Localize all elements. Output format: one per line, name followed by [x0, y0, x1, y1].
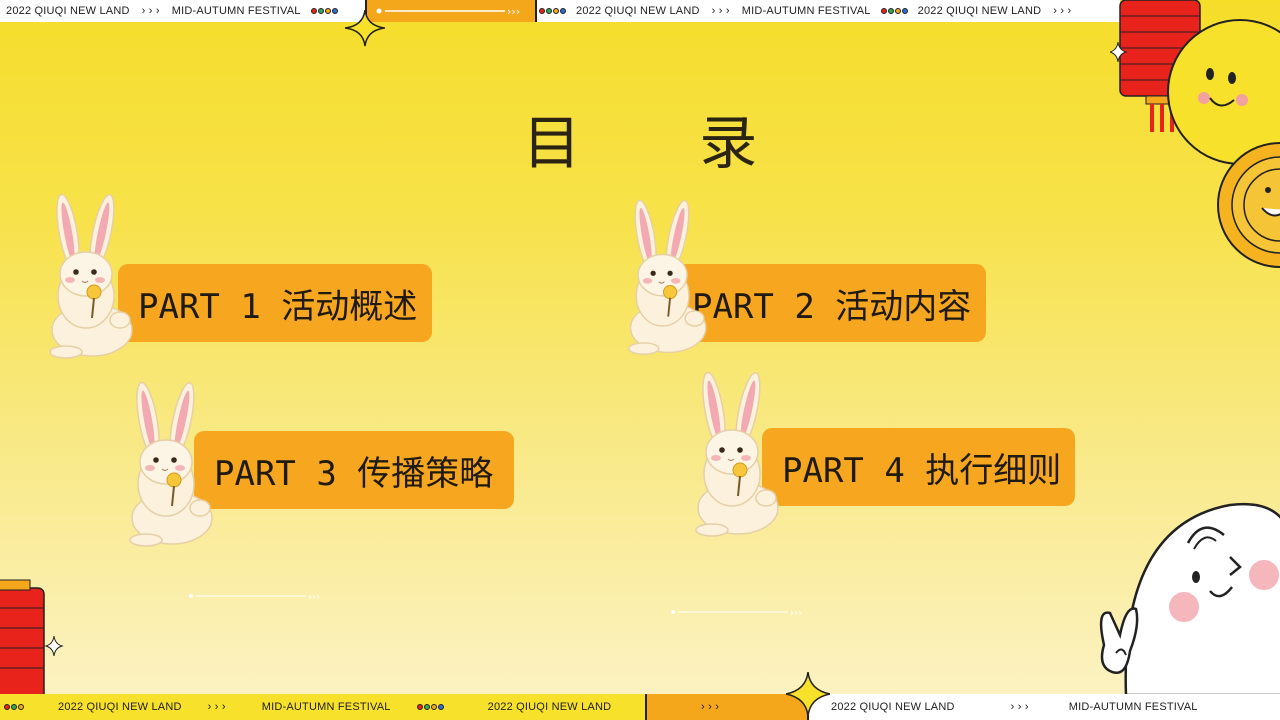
color-dots-icon — [4, 704, 24, 710]
bottom-strip-text-a: 2022 QIUQI NEW LAND — [58, 701, 182, 713]
top-strip-arrows: › › › — [141, 5, 160, 17]
part-4-label: PART 4 执行细则 — [782, 450, 1062, 491]
top-strip-segment-1: 2022 QIUQI NEW LAND › › › MID-AUTUMN FES… — [0, 0, 365, 22]
color-dots-icon — [416, 704, 444, 710]
bottom-strip-arrows-3: › › › — [1010, 701, 1029, 713]
sparkle-icon — [786, 672, 830, 716]
bottom-strip-text-c: 2022 QIUQI NEW LAND — [487, 701, 612, 713]
top-strip-arrows-3: › › › — [1053, 5, 1072, 17]
bottom-strip-text-d: 2022 QIUQI NEW LAND — [831, 701, 955, 713]
arrow-line-icon: ››› — [671, 608, 802, 618]
bottom-strip-segment-2: › › › — [645, 694, 807, 720]
arrow-line-icon: ››› — [376, 5, 520, 18]
part-3-card[interactable]: PART 3 传播策略 — [194, 431, 514, 509]
bottom-strip-arrows-2: › › › — [701, 701, 720, 713]
part-1-label: PART 1 活动概述 — [138, 286, 418, 327]
top-strip-text-b: MID-AUTUMN FESTIVAL — [171, 5, 301, 17]
top-strip-segment-2: ››› — [365, 0, 535, 22]
page-title: 目 录 — [522, 109, 808, 177]
color-dots-icon — [880, 8, 908, 14]
sparkle-icon — [44, 635, 64, 657]
rabbit-icon — [129, 380, 213, 547]
rabbit-icon — [49, 192, 133, 359]
bottom-strip-segment-3: 2022 QIUQI NEW LAND › › › MID-AUTUMN FES… — [807, 694, 1280, 720]
top-strip-arrows-2: › › › — [711, 5, 730, 17]
color-dots-icon — [310, 8, 338, 14]
lantern-icon — [0, 579, 45, 698]
part-4-card[interactable]: PART 4 执行细则 — [762, 428, 1075, 506]
cartoon-ghost-icon — [1099, 502, 1280, 695]
sparkle-icon — [345, 10, 385, 47]
color-dots-icon — [539, 8, 566, 14]
top-strip-text-e: 2022 QIUQI NEW LAND — [917, 5, 1042, 17]
bottom-strip-arrows: › › › — [207, 701, 226, 713]
top-right-decoration — [1110, 0, 1280, 268]
bottom-strip-segment-1: 2022 QIUQI NEW LAND › › › MID-AUTUMN FES… — [0, 694, 645, 720]
svg-text:›››: ››› — [308, 592, 320, 602]
part-3-label: PART 3 传播策略 — [214, 453, 494, 494]
part-1-card[interactable]: PART 1 活动概述 — [118, 264, 432, 342]
bottom-strip-text-b: MID-AUTUMN FESTIVAL — [261, 701, 391, 713]
svg-text:›››: ››› — [790, 608, 802, 618]
top-banner-strip: 2022 QIUQI NEW LAND › › › MID-AUTUMN FES… — [0, 0, 1280, 22]
top-strip-text-c: 2022 QIUQI NEW LAND — [576, 5, 700, 17]
rabbit-icon — [627, 198, 707, 356]
bottom-left-decoration — [0, 579, 64, 698]
top-strip-text-a: 2022 QIUQI NEW LAND — [6, 5, 130, 17]
top-strip-segment-3: 2022 QIUQI NEW LAND › › › MID-AUTUMN FES… — [535, 0, 1120, 22]
part-2-card[interactable]: PART 2 活动内容 — [672, 264, 986, 342]
part-2-label: PART 2 活动内容 — [692, 286, 972, 327]
arrow-line-icon: ››› — [189, 592, 320, 602]
svg-text:›››: ››› — [507, 5, 520, 18]
rabbit-icon — [695, 370, 779, 537]
bottom-strip-text-e: MID-AUTUMN FESTIVAL — [1068, 701, 1198, 713]
top-strip-text-d: MID-AUTUMN FESTIVAL — [741, 5, 871, 17]
bottom-banner-strip: 2022 QIUQI NEW LAND › › › MID-AUTUMN FES… — [0, 694, 1280, 720]
